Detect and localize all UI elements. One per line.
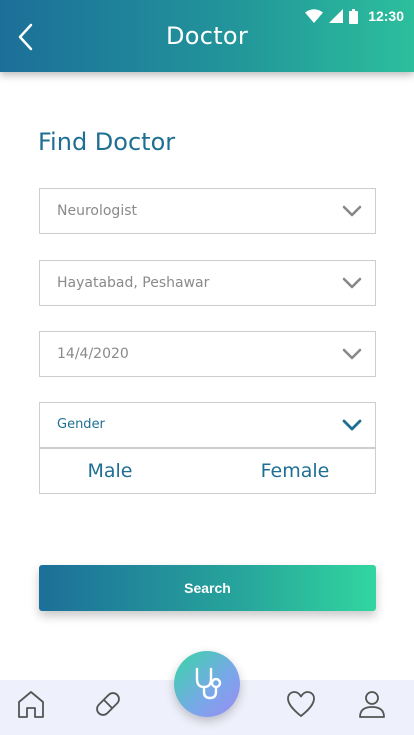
gender-select[interactable]: Gender [39, 402, 376, 448]
signal-icon [329, 9, 344, 23]
chevron-down-icon [342, 205, 362, 217]
find-doctor-fab[interactable] [174, 651, 240, 717]
page-title: Doctor [165, 22, 249, 50]
wifi-icon [305, 9, 324, 23]
gender-option-female[interactable]: Female [211, 449, 379, 493]
specialty-select[interactable]: Neurologist [39, 188, 376, 234]
gender-label: Gender [57, 417, 105, 432]
profile-icon[interactable] [357, 688, 387, 720]
heart-icon[interactable] [286, 688, 316, 720]
find-doctor-heading: Find Doctor [38, 128, 176, 156]
location-select[interactable]: Hayatabad, Peshawar [39, 260, 376, 306]
specialty-value: Neurologist [57, 203, 137, 219]
search-button[interactable]: Search [39, 565, 376, 611]
gender-option-male[interactable]: Male [26, 449, 194, 493]
gender-options: Male Female [39, 448, 376, 494]
chevron-down-icon [342, 348, 362, 360]
date-value: 14/4/2020 [57, 346, 129, 362]
stethoscope-icon [195, 667, 222, 700]
chevron-down-icon [342, 277, 362, 289]
chevron-down-icon [342, 419, 362, 431]
app-bar: 12:30 Doctor [0, 0, 414, 72]
location-value: Hayatabad, Peshawar [57, 275, 210, 291]
pill-icon[interactable] [93, 688, 123, 720]
date-select[interactable]: 14/4/2020 [39, 331, 376, 377]
home-icon[interactable] [16, 688, 46, 720]
